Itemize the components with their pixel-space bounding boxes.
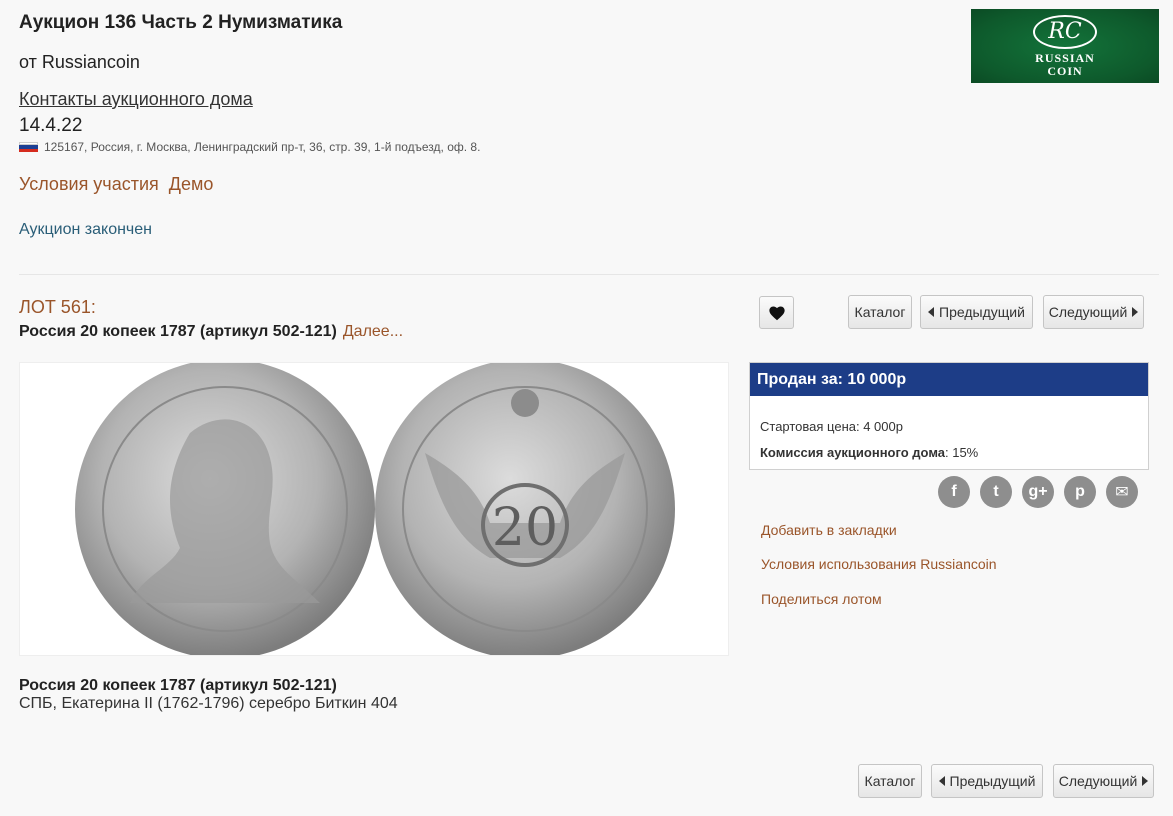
catalog-label: Каталог [854,304,906,320]
favorite-button[interactable] [759,296,794,329]
russia-flag-icon [19,141,38,153]
sold-price: Продан за: 10 000р [750,363,1148,396]
arrow-left-icon [928,307,935,317]
auction-date: 14.4.22 [19,115,83,136]
twitter-icon[interactable]: t [980,476,1012,508]
demo-link[interactable]: Демо [169,174,214,194]
auction-house-name: от Russiancoin [19,52,140,72]
share-lot-link[interactable]: Поделиться лотом [761,591,882,607]
auction-status: Аукцион закончен [19,221,152,238]
sold-info-box: Продан за: 10 000р Стартовая цена: 4 000… [749,362,1149,470]
svg-text:20: 20 [492,498,558,558]
next-button-top[interactable]: Следующий [1043,295,1144,329]
contacts-link[interactable]: Контакты аукционного дома [19,89,253,110]
terms-link[interactable]: Условия участия [19,174,159,194]
lot-number: ЛОТ 561: [19,297,96,317]
arrow-right-icon [1142,776,1149,786]
auction-title: Аукцион 136 Часть 2 Нумизматика [19,12,343,33]
bookmark-link[interactable]: Добавить в закладки [761,522,897,538]
email-icon[interactable]: ✉ [1106,476,1138,508]
address-text: 125167, Россия, г. Москва, Ленинградский… [44,140,481,154]
russiancoin-logo[interactable]: RC RUSSIAN COIN [971,9,1159,83]
description-title: Россия 20 копеек 1787 (артикул 502-121) [19,677,337,694]
next-button-bottom[interactable]: Следующий [1053,764,1154,798]
logo-text: RUSSIAN COIN [1035,50,1095,78]
prev-button-bottom[interactable]: Предыдущий [931,764,1043,798]
arrow-left-icon [938,776,945,786]
lot-image[interactable]: 20 [19,359,729,659]
address-line: 125167, Россия, г. Москва, Ленинградский… [19,140,480,154]
logo-line-2: COIN [1047,63,1083,78]
logo-line-1: RUSSIAN [1035,50,1095,65]
facebook-icon[interactable]: f [938,476,970,508]
description-text: СПБ, Екатерина II (1762-1796) серебро Би… [19,695,398,712]
social-share-bar: f t g+ p ✉ [938,476,1138,508]
lot-title-text: Россия 20 копеек 1787 (артикул 502-121) [19,323,337,340]
catalog-button-top[interactable]: Каталог [848,295,912,329]
commission: Комиссия аукционного дома: 15% [760,445,978,460]
start-price: Стартовая цена: 4 000р [760,419,903,434]
prev-label: Предыдущий [949,773,1036,789]
more-link[interactable]: Далее... [343,323,403,340]
commission-value: : 15% [945,445,979,460]
heart-icon [768,305,785,320]
logo-monogram: RC [1033,14,1097,49]
usage-terms-link[interactable]: Условия использования Russiancoin [761,556,997,572]
arrow-right-icon [1132,307,1139,317]
prev-label: Предыдущий [939,304,1025,320]
pinterest-icon[interactable]: p [1064,476,1096,508]
next-label: Следующий [1058,773,1138,789]
coin-image: 20 [75,359,675,659]
next-label: Следующий [1048,304,1128,320]
commission-label: Комиссия аукционного дома [760,445,945,460]
catalog-label: Каталог [864,773,916,789]
divider [19,274,1159,275]
lot-title: Россия 20 копеек 1787 (артикул 502-121) Д… [19,323,403,341]
google-plus-icon[interactable]: g+ [1022,476,1054,508]
terms-row: Условия участия Демо [19,174,223,195]
catalog-button-bottom[interactable]: Каталог [858,764,922,798]
prev-button-top[interactable]: Предыдущий [920,295,1033,329]
